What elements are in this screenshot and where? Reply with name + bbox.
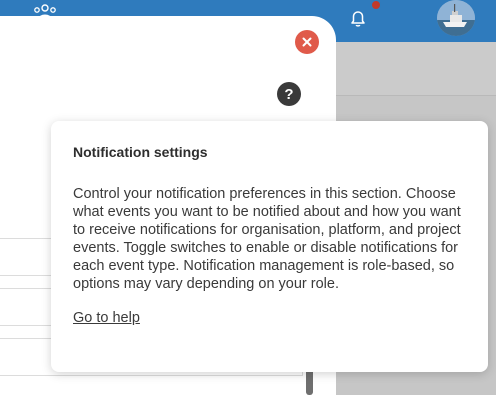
go-to-help-link[interactable]: Go to help [73,310,140,326]
popover-body: Control your notification preferences in… [73,186,461,292]
bell-icon[interactable] [346,6,370,30]
notification-badge [371,0,381,10]
popover-title: Notification settings [73,144,208,160]
user-avatar[interactable] [437,0,475,36]
close-button[interactable] [295,30,319,54]
close-icon [302,37,312,47]
help-popover: Notification settings Control your notif… [51,121,488,372]
background-panel-header [336,42,496,96]
popover-arrow [280,110,300,121]
help-icon: ? [284,85,294,103]
help-button[interactable]: ? [277,82,301,106]
